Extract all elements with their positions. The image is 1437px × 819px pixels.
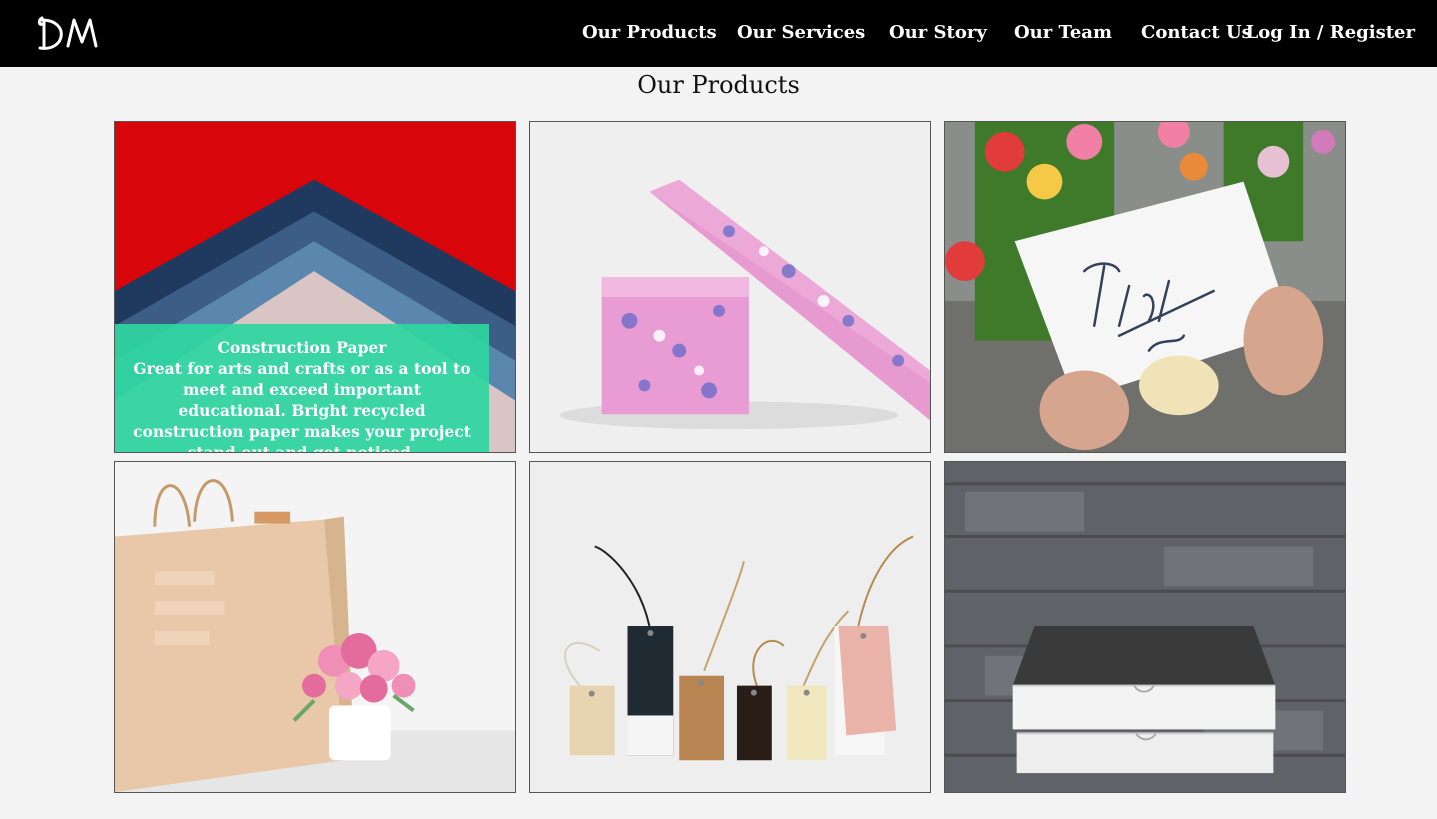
gift-tags-image: [530, 462, 930, 792]
page-title: Our Products: [637, 71, 800, 99]
nav-our-products[interactable]: Our Products: [582, 22, 717, 43]
product-info-overlay: Construction Paper Great for arts and cr…: [115, 324, 489, 453]
nav-contact-us[interactable]: Contact Us: [1141, 22, 1252, 43]
nav-login-register[interactable]: Log In / Register: [1246, 22, 1415, 43]
wrapping-paper-image: [530, 122, 930, 452]
paper-bag-image: [115, 462, 515, 792]
navbar: Our Products Our Services Our Story Our …: [0, 0, 1437, 67]
product-card-gift-tags[interactable]: [529, 461, 931, 793]
product-description: Great for arts and crafts or as a tool t…: [133, 359, 471, 453]
dm-logo[interactable]: [36, 12, 100, 54]
product-card-construction-paper[interactable]: Construction Paper Great for arts and cr…: [114, 121, 516, 453]
product-card-thank-you-card[interactable]: [944, 121, 1346, 453]
product-card-paper-bag[interactable]: [114, 461, 516, 793]
product-title: Construction Paper: [217, 338, 387, 357]
product-card-wrapping-paper[interactable]: [529, 121, 931, 453]
nav-our-services[interactable]: Our Services: [737, 22, 865, 43]
nav-our-team[interactable]: Our Team: [1014, 22, 1112, 43]
thank-you-card-image: [945, 122, 1345, 452]
nav-our-story[interactable]: Our Story: [889, 22, 987, 43]
white-boxes-image: [945, 462, 1345, 792]
product-card-white-boxes[interactable]: [944, 461, 1346, 793]
